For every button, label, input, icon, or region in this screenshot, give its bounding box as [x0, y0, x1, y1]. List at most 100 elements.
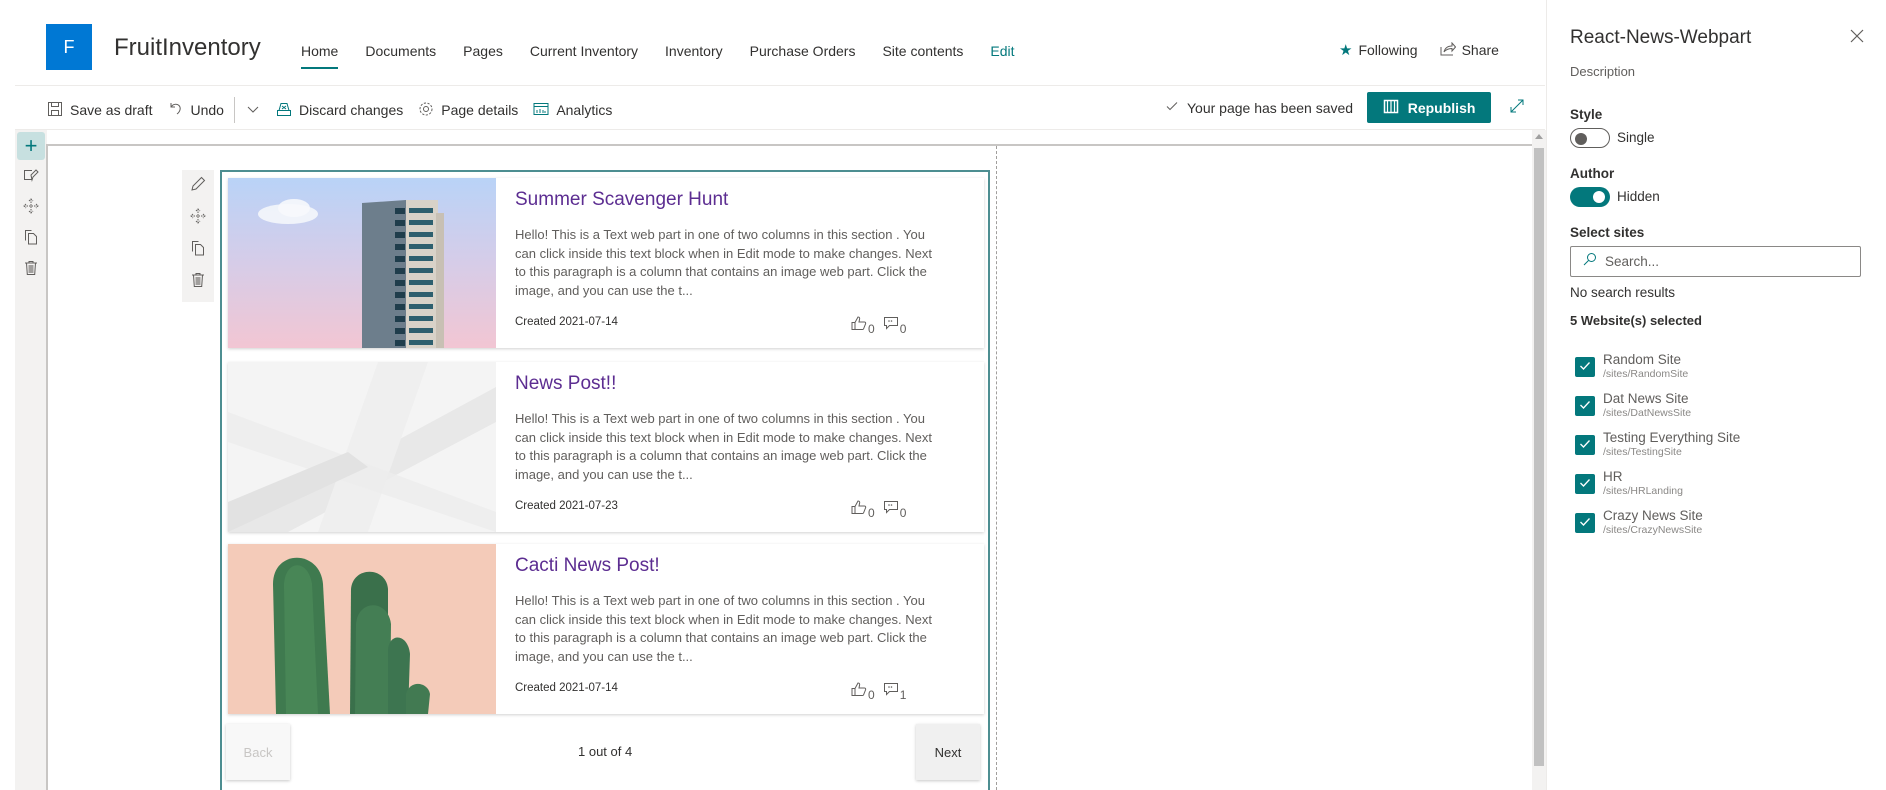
- site-title[interactable]: FruitInventory: [114, 34, 261, 62]
- news-thumbnail-building[interactable]: [228, 178, 496, 348]
- site-name: Dat News Site: [1603, 391, 1689, 406]
- comments-button[interactable]: 0: [883, 500, 907, 520]
- likes-button[interactable]: 0: [851, 500, 875, 520]
- scroll-thumb[interactable]: [1534, 148, 1544, 766]
- site-item[interactable]: HR/sites/HRLanding: [1575, 469, 1740, 508]
- expand-icon[interactable]: [1509, 98, 1525, 117]
- analytics-label: Analytics: [556, 102, 613, 118]
- likes-button[interactable]: 0: [851, 316, 875, 336]
- news-title[interactable]: Summer Scavenger Hunt: [515, 189, 966, 211]
- duplicate-webpart-button[interactable]: [182, 234, 214, 266]
- nav-edit-link[interactable]: Edit: [990, 41, 1014, 61]
- site-checkbox[interactable]: [1575, 357, 1595, 377]
- news-webpart[interactable]: Summer Scavenger Hunt Hello! This is a T…: [220, 170, 990, 790]
- site-search-box[interactable]: [1570, 246, 1861, 277]
- checkmark-icon: [1579, 514, 1591, 532]
- save-as-draft-label: Save as draft: [70, 102, 153, 118]
- gear-icon: [418, 101, 434, 120]
- republish-button[interactable]: Republish: [1367, 92, 1492, 123]
- nav-documents[interactable]: Documents: [365, 41, 436, 61]
- likes-count: 0: [868, 506, 875, 520]
- news-title[interactable]: Cacti News Post!: [515, 555, 966, 577]
- site-item[interactable]: Dat News Site/sites/DatNewsSite: [1575, 391, 1740, 430]
- comments-count: 0: [899, 506, 907, 520]
- undo-icon: [168, 101, 184, 120]
- comments-count: 0: [899, 322, 907, 336]
- analytics-button[interactable]: Analytics: [533, 101, 612, 120]
- edit-section-icon: [23, 167, 39, 188]
- comments-button[interactable]: 1: [883, 682, 906, 702]
- news-created-date: Created 2021-07-14: [515, 682, 618, 694]
- site-url: /sites/RandomSite: [1603, 368, 1689, 380]
- property-pane: React-News-Webpart Description Style Sin…: [1546, 0, 1886, 790]
- site-checkbox[interactable]: [1575, 435, 1595, 455]
- like-icon: [851, 316, 867, 333]
- following-label: Following: [1358, 42, 1418, 58]
- likes-button[interactable]: 0: [851, 682, 875, 702]
- delete-webpart-button[interactable]: [182, 266, 214, 298]
- back-button[interactable]: Back: [226, 724, 290, 780]
- divider: [233, 97, 235, 123]
- news-card-body: Summer Scavenger Hunt Hello! This is a T…: [496, 178, 984, 348]
- next-button[interactable]: Next: [916, 724, 980, 780]
- nav-site-contents[interactable]: Site contents: [882, 41, 963, 61]
- edit-section-button[interactable]: [17, 163, 45, 191]
- comments-button[interactable]: 0: [883, 316, 907, 336]
- site-item[interactable]: Random Site/sites/RandomSite: [1575, 352, 1740, 391]
- page-indicator: 1 out of 4: [578, 744, 633, 759]
- discard-changes-button[interactable]: Discard changes: [276, 101, 403, 120]
- page-details-button[interactable]: Page details: [418, 101, 518, 120]
- nav-purchase-orders[interactable]: Purchase Orders: [750, 41, 856, 61]
- duplicate-section-button[interactable]: [17, 225, 45, 253]
- edit-webpart-button[interactable]: [182, 170, 214, 202]
- news-title[interactable]: News Post!!: [515, 373, 966, 395]
- nav-home[interactable]: Home: [301, 41, 339, 69]
- like-icon: [851, 500, 867, 517]
- delete-section-button[interactable]: [17, 256, 45, 284]
- site-url: /sites/HRLanding: [1603, 485, 1683, 497]
- news-card-body: News Post!! Hello! This is a Text web pa…: [496, 362, 984, 532]
- page-details-label: Page details: [441, 102, 519, 118]
- author-toggle[interactable]: [1570, 187, 1610, 207]
- site-search-input[interactable]: [1605, 254, 1845, 269]
- nav-inventory[interactable]: Inventory: [665, 41, 723, 61]
- news-card[interactable]: Summer Scavenger Hunt Hello! This is a T…: [228, 178, 984, 348]
- scroll-up-arrow[interactable]: [1535, 134, 1543, 139]
- nav-pages[interactable]: Pages: [463, 41, 503, 61]
- likes-count: 0: [868, 322, 875, 336]
- toggle-knob: [1593, 191, 1605, 203]
- undo-button[interactable]: Undo: [168, 101, 224, 120]
- site-item[interactable]: Crazy News Site/sites/CrazyNewsSite: [1575, 508, 1740, 547]
- canvas-scrollbar[interactable]: [1532, 130, 1546, 790]
- close-icon[interactable]: [1849, 28, 1865, 48]
- pane-title: React-News-Webpart: [1570, 27, 1752, 48]
- following-button[interactable]: ★ Following: [1339, 41, 1418, 59]
- move-section-button[interactable]: [17, 194, 45, 222]
- saved-status-text: Your page has been saved: [1187, 99, 1354, 116]
- site-checkbox[interactable]: [1575, 474, 1595, 494]
- toggle-knob: [1575, 133, 1587, 145]
- news-thumbnail-abstract[interactable]: [228, 362, 496, 532]
- news-card[interactable]: Cacti News Post! Hello! This is a Text w…: [228, 544, 984, 714]
- site-logo[interactable]: F: [46, 24, 92, 70]
- save-as-draft-button[interactable]: Save as draft: [47, 101, 153, 120]
- section-toolbar: +: [15, 130, 47, 790]
- search-icon: [1583, 252, 1597, 271]
- news-thumbnail-cactus[interactable]: [228, 544, 496, 714]
- site-checkbox[interactable]: [1575, 513, 1595, 533]
- site-item[interactable]: Testing Everything Site/sites/TestingSit…: [1575, 430, 1740, 469]
- sharepoint-page-editor: F FruitInventory Home Documents Pages Cu…: [0, 0, 1886, 790]
- add-section-button[interactable]: +: [17, 132, 45, 160]
- share-button[interactable]: Share: [1440, 41, 1499, 59]
- news-card[interactable]: News Post!! Hello! This is a Text web pa…: [228, 362, 984, 532]
- news-stats: 0 1: [851, 682, 906, 702]
- style-toggle[interactable]: [1570, 128, 1610, 148]
- site-checkbox[interactable]: [1575, 396, 1595, 416]
- move-webpart-button[interactable]: [182, 202, 214, 234]
- nav-current-inventory[interactable]: Current Inventory: [530, 41, 638, 61]
- pane-description: Description: [1570, 64, 1636, 79]
- header-actions: ★ Following Share: [1339, 41, 1499, 59]
- site-url: /sites/CrazyNewsSite: [1603, 524, 1703, 536]
- undo-dropdown-button[interactable]: [245, 101, 261, 120]
- saved-status: Your page has been saved: [1165, 99, 1353, 116]
